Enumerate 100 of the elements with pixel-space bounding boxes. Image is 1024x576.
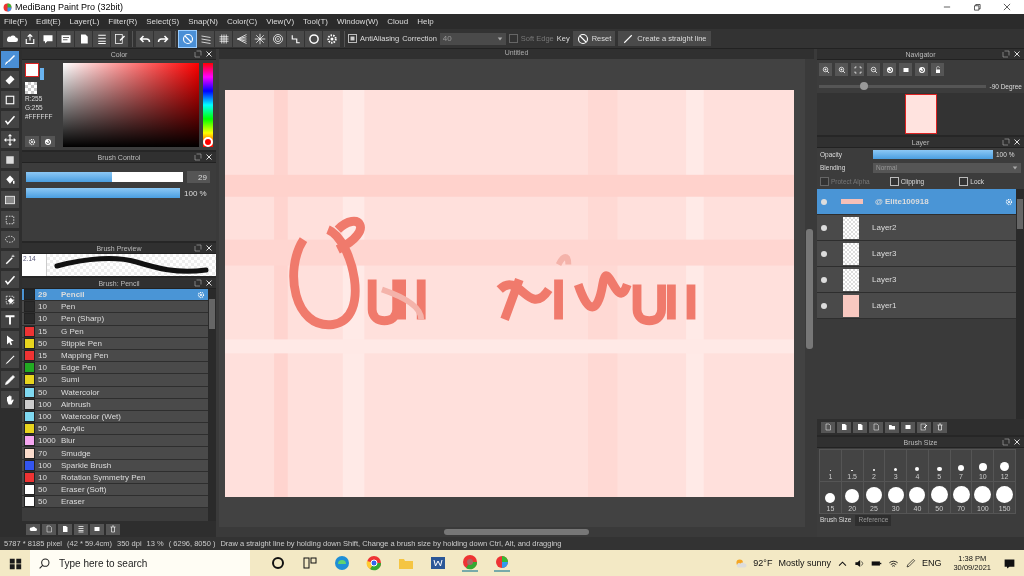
brush-list-item[interactable]: 50 Eraser (Soft) <box>22 484 208 497</box>
toolbar-button[interactable] <box>111 30 128 47</box>
snap-button[interactable] <box>215 30 232 47</box>
menu-item[interactable]: Window(W) <box>336 17 379 26</box>
undock-icon[interactable] <box>1002 50 1010 58</box>
snap-button[interactable] <box>305 30 322 47</box>
toolbar-button[interactable] <box>75 30 92 47</box>
picker-button[interactable] <box>41 136 55 147</box>
browser-ring-icon[interactable] <box>462 554 478 572</box>
checkbox[interactable] <box>959 177 969 186</box>
brush-action-button[interactable] <box>106 523 120 535</box>
brush-list-item[interactable]: 50 Eraser <box>22 496 208 509</box>
visibility-dot[interactable] <box>821 250 827 257</box>
navigator-button[interactable] <box>883 63 896 76</box>
circle-icon[interactable] <box>270 555 286 571</box>
tool-button[interactable] <box>1 251 19 268</box>
checkbox[interactable] <box>889 177 899 186</box>
layer-action-button[interactable] <box>837 421 851 433</box>
color-picker-area[interactable] <box>63 63 199 147</box>
brush-action-button[interactable] <box>74 523 88 535</box>
transparent-swatch[interactable] <box>25 82 37 94</box>
undock-icon[interactable] <box>1002 438 1010 446</box>
brush-size-value[interactable]: 29 <box>187 171 210 183</box>
tool-button[interactable] <box>1 391 19 408</box>
snap-button[interactable] <box>323 30 340 47</box>
scrollbar[interactable] <box>1016 189 1024 419</box>
tool-button[interactable] <box>1 371 19 388</box>
visibility-dot[interactable] <box>821 224 827 231</box>
toolbar-button[interactable] <box>57 30 74 47</box>
foreground-color-swatch[interactable] <box>25 63 39 77</box>
layer-action-button[interactable] <box>885 421 899 433</box>
layer-action-button[interactable] <box>821 421 835 433</box>
toolbar-button[interactable] <box>154 30 171 47</box>
menu-item[interactable]: Filter(R) <box>108 17 138 26</box>
hue-handle[interactable] <box>203 137 213 147</box>
document-app-icon[interactable] <box>430 555 446 571</box>
tool-button[interactable] <box>1 171 19 188</box>
tool-button[interactable] <box>1 211 19 228</box>
navigator-button[interactable] <box>915 63 928 76</box>
brush-action-button[interactable] <box>58 523 72 535</box>
snap-button[interactable] <box>233 30 250 47</box>
snap-button[interactable] <box>269 30 286 47</box>
layer-action-button[interactable] <box>917 421 931 433</box>
hue-slider[interactable] <box>203 63 213 147</box>
undock-icon[interactable] <box>194 153 202 161</box>
menu-item[interactable]: Tool(T) <box>303 17 328 26</box>
navigator-button[interactable] <box>867 63 880 76</box>
brush-action-button[interactable] <box>42 523 56 535</box>
tool-button[interactable] <box>1 131 19 148</box>
tool-button[interactable] <box>1 151 19 168</box>
snap-button[interactable] <box>197 30 214 47</box>
tool-button[interactable] <box>1 311 19 328</box>
undock-icon[interactable] <box>194 279 202 287</box>
toolbar-button[interactable] <box>93 30 110 47</box>
brush-list-item[interactable]: 10 Pen (Sharp) <box>22 313 208 326</box>
snap-button[interactable] <box>287 30 304 47</box>
undock-icon[interactable] <box>194 244 202 252</box>
layer-row[interactable]: Layer2 <box>817 215 1016 241</box>
toolbar-button[interactable] <box>136 30 153 47</box>
background-color-swatch[interactable] <box>40 68 44 80</box>
brush-list-item[interactable]: 10 Edge Pen <box>22 362 208 375</box>
menu-item[interactable]: Help <box>417 17 434 26</box>
navigator-button[interactable] <box>851 63 864 76</box>
rotation-slider-thumb[interactable] <box>860 82 869 90</box>
tool-button[interactable] <box>1 291 19 308</box>
app-logo-icon[interactable] <box>494 554 510 572</box>
layer-action-button[interactable] <box>901 421 915 433</box>
tool-button[interactable] <box>1 71 19 88</box>
undock-icon[interactable] <box>194 50 202 58</box>
palette-button[interactable] <box>25 136 39 147</box>
layer-row[interactable]: Layer3 <box>817 267 1016 293</box>
brush-list-item[interactable]: 70 Smudge <box>22 447 208 460</box>
toolbar-button[interactable] <box>3 30 20 47</box>
visibility-dot[interactable] <box>821 198 827 205</box>
tool-button[interactable] <box>1 111 19 128</box>
tool-button[interactable] <box>1 271 19 288</box>
snap-button[interactable] <box>251 30 268 47</box>
toolbar-button[interactable] <box>21 30 38 47</box>
language-indicator[interactable]: ENG <box>921 558 942 568</box>
menu-item[interactable]: Color(C) <box>226 17 258 26</box>
menu-item[interactable]: Layer(L) <box>69 17 100 26</box>
close-icon[interactable] <box>1002 2 1012 12</box>
pen-icon[interactable] <box>904 557 916 569</box>
brush-list-item[interactable]: 50 Acrylic <box>22 423 208 436</box>
menu-item[interactable]: Snap(N) <box>188 17 218 26</box>
tool-button[interactable] <box>1 351 19 368</box>
tool-button[interactable] <box>1 91 19 108</box>
menu-item[interactable]: Cloud <box>387 17 409 26</box>
brush-list-item[interactable]: 50 Sumi <box>22 374 208 387</box>
checkbox[interactable] <box>348 34 357 43</box>
tool-button[interactable] <box>1 331 19 348</box>
menu-item[interactable]: View(V) <box>266 17 295 26</box>
menu-item[interactable]: Edit(E) <box>36 17 61 26</box>
navigator-button[interactable] <box>931 63 944 76</box>
search-box[interactable]: Type here to search <box>30 550 250 576</box>
layer-row[interactable]: Layer3 <box>817 241 1016 267</box>
brush-list-item[interactable]: 1000 Blur <box>22 435 208 448</box>
toolbar-button[interactable] <box>39 30 56 47</box>
task-view-icon[interactable] <box>302 555 318 571</box>
navigator-button[interactable] <box>835 63 848 76</box>
